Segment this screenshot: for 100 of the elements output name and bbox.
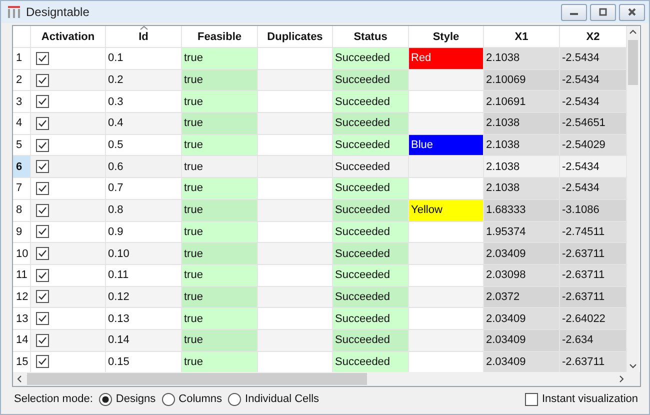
table-cell: 1.68333 [484, 200, 560, 220]
checkbox[interactable] [36, 312, 49, 326]
table-cell: 2.10691 [484, 91, 560, 112]
checkbox[interactable] [525, 392, 538, 406]
scroll-thumb[interactable] [628, 40, 638, 85]
window-title: Designtable [26, 5, 90, 19]
table-cell: 2.1038 [484, 178, 560, 199]
table-cell: true [182, 264, 258, 286]
table-cell: 2.1038 [484, 134, 560, 156]
table-cell: -2.5434 [560, 91, 627, 112]
table-cell: -2.5434 [560, 70, 627, 90]
row-header[interactable]: 6 [13, 156, 31, 178]
table-cell: true [182, 330, 258, 351]
table-cell: 2.03409 [484, 352, 560, 372]
checkbox[interactable] [36, 204, 49, 217]
table-cell: 2.0372 [484, 286, 560, 308]
table-cell: true [182, 352, 258, 372]
checkbox[interactable] [36, 95, 49, 108]
style-cell: Red [409, 48, 484, 69]
table-cell: 1.95374 [484, 222, 560, 242]
table-cell: -2.74511 [560, 222, 627, 242]
row-header[interactable]: 2 [13, 70, 31, 90]
table-cell: Succeeded [333, 178, 409, 199]
table-cell: true [182, 286, 258, 308]
table-cell: Succeeded [333, 134, 409, 156]
row-header[interactable]: 14 [13, 330, 31, 351]
table-cell: Succeeded [333, 286, 409, 308]
table-cell: Succeeded [333, 243, 409, 264]
table-cell: true [182, 91, 258, 112]
checkbox[interactable] [36, 225, 49, 238]
table-cell: true [182, 222, 258, 242]
checkbox[interactable] [36, 160, 49, 174]
table-cell: Succeeded [333, 113, 409, 134]
table-cell: Succeeded [333, 222, 409, 242]
row-header[interactable]: 8 [13, 200, 31, 220]
row-header[interactable]: 4 [13, 113, 31, 134]
table-cell: 2.10069 [484, 70, 560, 90]
table-cell: -2.63711 [560, 264, 627, 286]
row-header[interactable]: 12 [13, 286, 31, 308]
vertical-scrollbar[interactable] [627, 26, 639, 372]
checkbox[interactable] [36, 247, 49, 260]
table-cell: -2.54651 [560, 113, 627, 134]
scroll-thumb[interactable] [27, 373, 367, 386]
table-cell: -2.5434 [560, 178, 627, 199]
checkbox[interactable] [36, 268, 49, 282]
horizontal-scrollbar[interactable] [13, 372, 640, 386]
table-cell: 2.1038 [484, 113, 560, 134]
checkbox[interactable] [36, 52, 49, 65]
table-cell: true [182, 200, 258, 220]
radio-option[interactable]: Designs [98, 392, 156, 406]
table-cell: Succeeded [333, 70, 409, 90]
row-header[interactable]: 3 [13, 91, 31, 112]
instant-visualization-checkbox[interactable]: Instant visualization [525, 392, 638, 406]
table-cell: -2.634 [560, 330, 627, 351]
table-cell: -2.63711 [560, 352, 627, 372]
radio-icon[interactable] [98, 392, 112, 406]
table-cell: 2.03409 [484, 308, 560, 329]
table-cell: true [182, 48, 258, 69]
table-cell: Succeeded [333, 264, 409, 286]
checkbox[interactable] [36, 116, 49, 130]
table-cell: 2.03098 [484, 264, 560, 286]
table-cell: -2.5434 [560, 48, 627, 69]
style-cell: Yellow [409, 200, 484, 220]
table-cell: -2.64022 [560, 308, 627, 329]
selection-mode-label: Selection mode: [14, 393, 93, 406]
checkbox[interactable] [36, 74, 49, 87]
close-button[interactable] [619, 4, 645, 20]
checkbox[interactable] [36, 355, 49, 368]
row-header[interactable]: 10 [13, 243, 31, 264]
table-cell: Succeeded [333, 308, 409, 329]
table-cell: -3.1086 [560, 200, 627, 220]
table-cell: true [182, 243, 258, 264]
table-cell: true [182, 308, 258, 329]
table-cell: Succeeded [333, 352, 409, 372]
checkbox[interactable] [36, 182, 49, 195]
checkbox[interactable] [36, 334, 49, 347]
checkbox[interactable] [36, 138, 49, 152]
table-cell: true [182, 134, 258, 156]
radio-option[interactable]: Columns [162, 392, 222, 406]
table-cell: true [182, 113, 258, 134]
style-cell: Blue [409, 134, 484, 156]
close-icon [627, 8, 637, 16]
maximize-button[interactable] [590, 4, 616, 20]
table-cell: true [182, 178, 258, 199]
table-cell: 2.1038 [484, 48, 560, 69]
table-cell: Succeeded [333, 48, 409, 69]
table-cell: 2.03409 [484, 243, 560, 264]
radio-icon[interactable] [228, 392, 242, 406]
table-cell: true [182, 70, 258, 90]
table-icon [7, 6, 21, 18]
table-cell: Succeeded [333, 330, 409, 351]
radio-icon[interactable] [162, 392, 175, 406]
table-cell: -2.63711 [560, 286, 627, 308]
checkbox[interactable] [36, 290, 49, 304]
table-cell: 2.03409 [484, 330, 560, 351]
row-header[interactable]: 5 [13, 134, 31, 156]
maximize-icon [598, 8, 608, 16]
minimize-button[interactable] [561, 4, 587, 20]
table-cell: -2.54029 [560, 134, 627, 156]
radio-option[interactable]: Individual Cells [228, 392, 320, 406]
